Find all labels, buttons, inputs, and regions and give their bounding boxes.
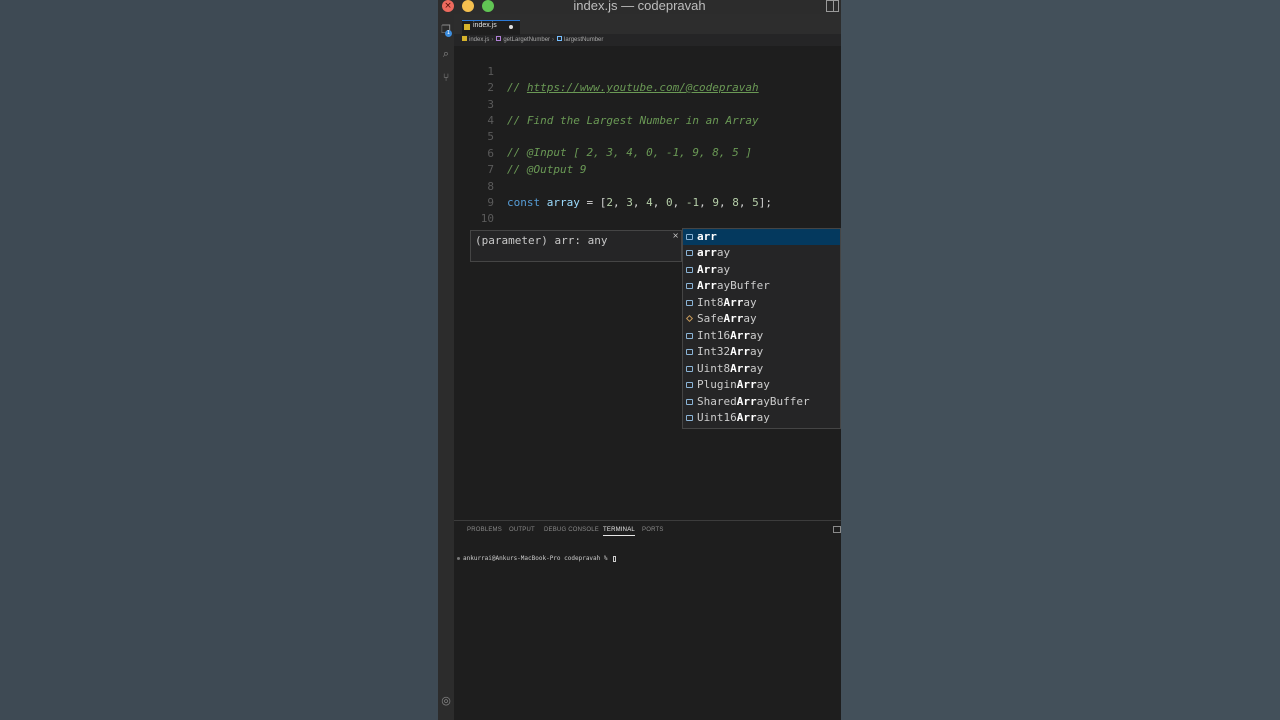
parameter-hover-tooltip: (parameter) arr: any × xyxy=(470,230,682,262)
suggestion-item[interactable]: Int16Array xyxy=(683,328,840,344)
tab-ports[interactable]: PORTS xyxy=(642,527,664,533)
suggestion-item[interactable]: arr xyxy=(683,229,840,245)
suggestion-item[interactable]: SharedArrayBuffer xyxy=(683,394,840,410)
variable-icon xyxy=(557,36,563,41)
code-line-active: 11 let largestNumber = arr xyxy=(454,212,841,259)
breadcrumb-file[interactable]: index.js xyxy=(469,37,489,43)
code-line: 1 // https://www.youtube.com/@codepravah xyxy=(454,48,841,94)
variable-icon xyxy=(686,333,693,339)
close-icon[interactable]: × xyxy=(672,231,679,240)
code-line: 4 xyxy=(454,97,841,127)
search-icon[interactable]: ⌕ xyxy=(440,48,452,60)
code-line: 7 xyxy=(454,146,841,176)
suggestion-item[interactable]: SafeArray xyxy=(683,311,840,327)
suggestion-item[interactable]: array xyxy=(683,245,840,261)
tab-problems[interactable]: PROBLEMS xyxy=(467,527,502,533)
source-control-icon[interactable]: ⑂ xyxy=(440,72,452,84)
hover-text: (parameter) arr: any xyxy=(475,234,608,247)
suggestion-item[interactable]: Int32Array xyxy=(683,344,840,360)
code-line: 8 const array = [2, 3, 4, 0, -1, 9, 8, 5… xyxy=(454,163,841,209)
desktop-background-right xyxy=(841,0,1280,720)
activity-bar: ❐ 1 ⌕ ⑂ ◎ xyxy=(438,14,454,720)
code-line: 3 // Find the Largest Number in an Array xyxy=(454,81,841,127)
suggestion-item[interactable]: Uint16Array xyxy=(683,410,840,426)
code-line: 5 // @Input [ 2, 3, 4, 0, -1, 9, 8, 5 ] xyxy=(454,113,841,159)
variable-icon xyxy=(686,234,693,240)
suggestion-item[interactable]: Array xyxy=(683,262,840,278)
breadcrumb-variable[interactable]: largestNumber xyxy=(564,37,603,43)
variable-icon xyxy=(686,382,693,388)
autocomplete-suggestions: arr array Array ArrayBuffer Int8Array Sa… xyxy=(682,228,841,429)
unsaved-dot-icon[interactable] xyxy=(509,25,513,29)
function-icon xyxy=(496,36,502,41)
variable-icon xyxy=(686,349,693,355)
suggestion-item[interactable]: PluginArray xyxy=(683,377,840,393)
chevron-right-icon: › xyxy=(491,37,494,43)
tab-terminal[interactable]: TERMINAL xyxy=(603,527,635,536)
variable-icon xyxy=(686,415,693,421)
bottom-panel: PROBLEMS OUTPUT DEBUG CONSOLE TERMINAL P… xyxy=(454,520,841,720)
account-icon[interactable]: ◎ xyxy=(440,695,452,707)
terminal-status-dot xyxy=(457,557,460,560)
code-line: 10 function getLargetNumber(arr) { xyxy=(454,195,841,241)
vscode-window: × index.js — codepravah ❐ 1 ⌕ ⑂ ◎ index.… xyxy=(438,0,841,720)
js-file-icon xyxy=(462,36,467,41)
notification-badge: 1 xyxy=(445,30,452,37)
desktop-background-left xyxy=(0,0,438,720)
suggestion-item[interactable]: Uint8Array xyxy=(683,361,840,377)
tab-output[interactable]: OUTPUT xyxy=(509,527,535,533)
chevron-right-icon: › xyxy=(552,37,555,43)
variable-icon xyxy=(686,399,693,405)
variable-icon xyxy=(686,366,693,372)
window-title: index.js — codepravah xyxy=(573,0,706,13)
terminal-cursor xyxy=(613,555,617,562)
new-terminal-icon[interactable] xyxy=(833,526,841,533)
terminal-output[interactable]: ankurrai@Ankurs-MacBook-Pro codepravah % xyxy=(457,555,617,562)
variable-icon xyxy=(686,250,693,256)
function-icon xyxy=(685,314,694,323)
terminal-prompt: ankurrai@Ankurs-MacBook-Pro codepravah % xyxy=(463,555,612,562)
breadcrumb-function[interactable]: getLargetNumber xyxy=(503,37,550,43)
variable-icon xyxy=(686,267,693,273)
editor-tab-bar: index.js xyxy=(454,14,841,35)
variable-icon xyxy=(686,283,693,289)
code-line: 9 xyxy=(454,179,841,209)
code-editor[interactable]: 1 // https://www.youtube.com/@codepravah… xyxy=(454,46,841,520)
code-line: 6 // @Output 9 xyxy=(454,130,841,176)
suggestion-item[interactable]: ArrayBuffer xyxy=(683,278,840,294)
code-line: 2 xyxy=(454,64,841,94)
tab-debug-console[interactable]: DEBUG CONSOLE xyxy=(544,527,599,533)
tab-label: index.js xyxy=(473,22,497,29)
variable-icon xyxy=(686,300,693,306)
suggestion-item[interactable]: Int8Array xyxy=(683,295,840,311)
tab-index-js[interactable]: index.js xyxy=(462,20,520,35)
title-bar: × index.js — codepravah xyxy=(438,0,841,14)
toggle-layout-icon[interactable] xyxy=(826,0,839,12)
js-file-icon xyxy=(464,24,470,30)
